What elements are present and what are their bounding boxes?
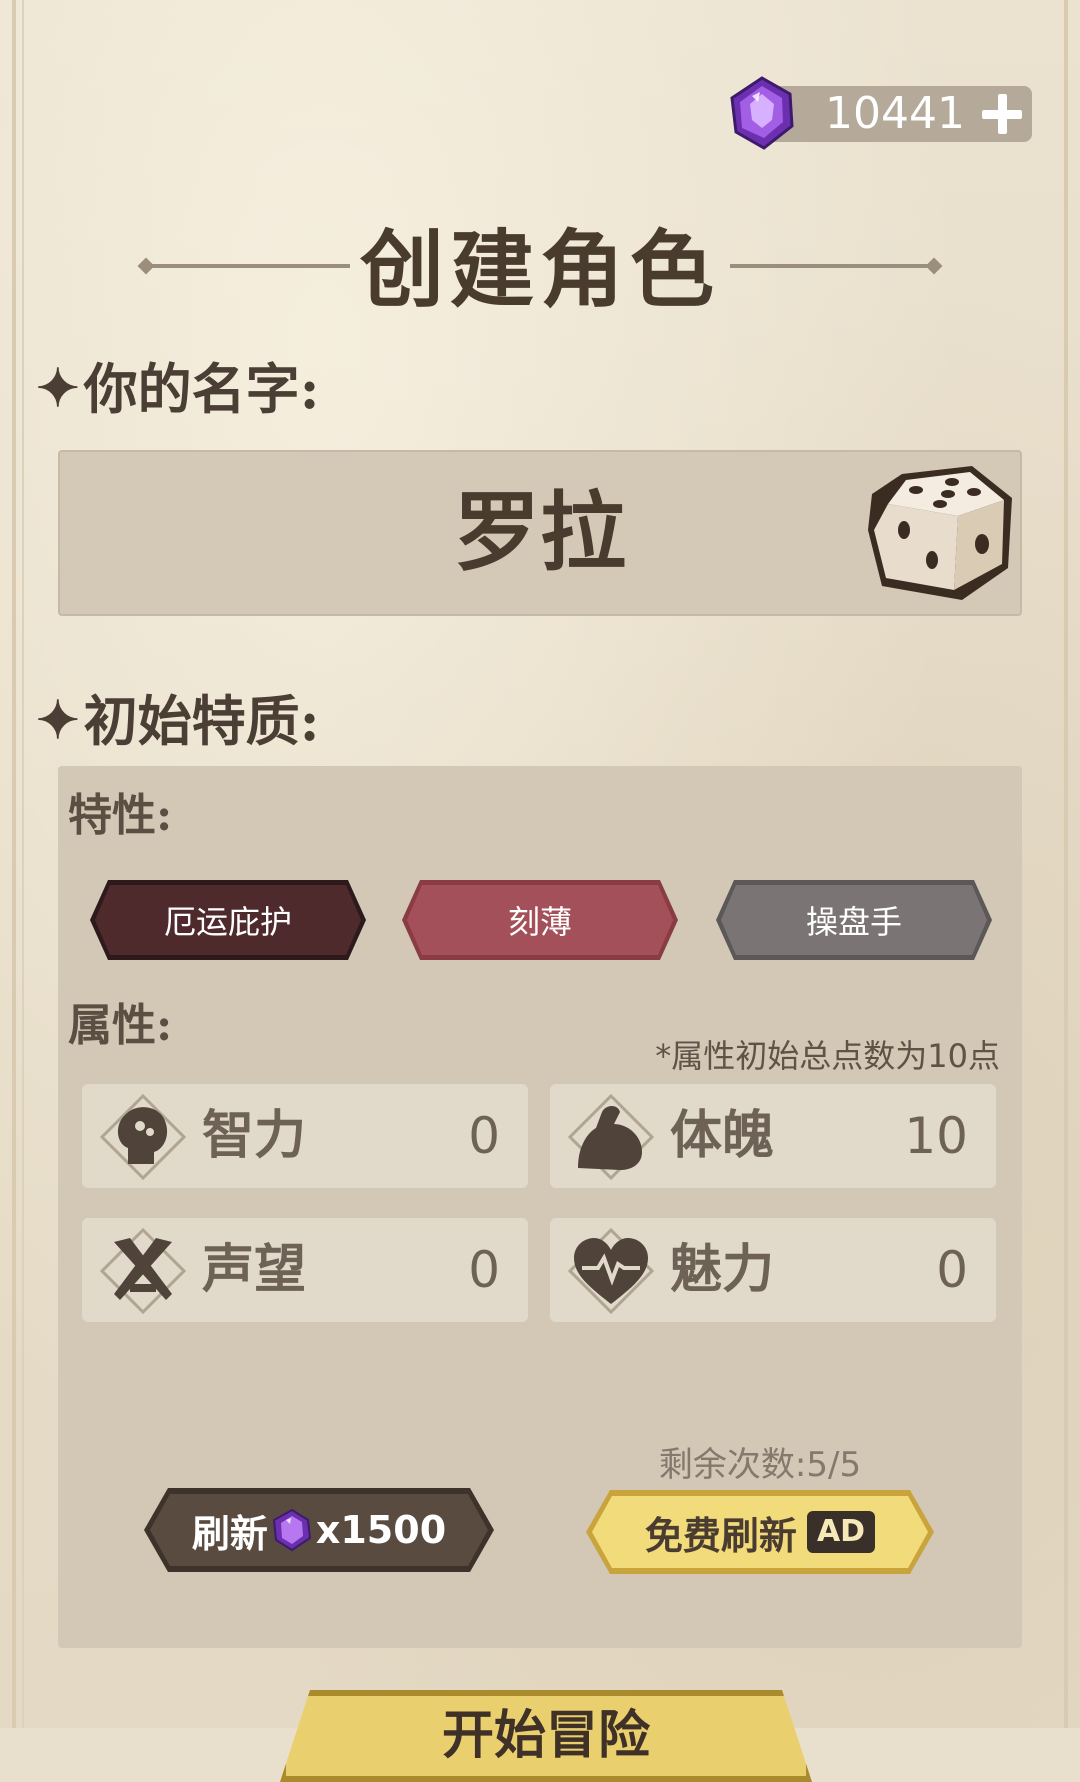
start-adventure-label: 开始冒险 [441,1705,650,1766]
name-section-label: ✦你的名字: [36,354,320,424]
attribute-value: 0 [468,1107,500,1165]
muscle-arm-icon [568,1094,654,1180]
traits-label: 特性: [68,790,173,841]
attribute-physique: 体魄 10 [550,1084,996,1188]
attribute-name: 声望 [202,1239,307,1300]
star-icon: ✦ [36,358,80,419]
attribute-charm: 魅力 0 [550,1218,996,1322]
title-divider-right [730,264,930,268]
attribute-value: 0 [936,1241,968,1299]
attribute-name: 魅力 [670,1239,775,1300]
title-divider-left [150,264,350,268]
attribute-name: 体魄 [670,1105,775,1166]
trait-tag-1-label: 厄运庇护 [163,903,292,941]
attributes-label: 属性: [68,1000,173,1051]
trait-tag-2[interactable]: 刻薄 [402,880,678,960]
free-refresh-button-face: 免费刷新 AD [592,1496,928,1568]
frame-border-right [1064,0,1068,1728]
remaining-count: 剩余次数:5/5 [658,1445,862,1485]
brain-head-icon [100,1094,186,1180]
refresh-button-face: 刷新 x1500 [150,1494,488,1566]
refresh-label: 刷新 [191,1511,268,1556]
attribute-reputation: 声望 0 [82,1218,528,1322]
random-name-dice-button[interactable] [862,460,1018,606]
free-refresh-button[interactable]: 免费刷新 AD [586,1490,934,1574]
attribute-value: 10 [904,1107,968,1165]
attribute-name: 智力 [202,1105,307,1166]
refresh-cost: x1500 [315,1508,447,1552]
refresh-button[interactable]: 刷新 x1500 [144,1488,494,1572]
heartbeat-icon [568,1228,654,1314]
frame-border-left-inner [22,0,24,1728]
purple-gem-icon [272,1508,312,1552]
purple-gem-icon [730,76,794,150]
traits-section-label: ✦初始特质: [36,686,320,756]
free-refresh-label: 免费刷新 [644,1513,797,1558]
currency-bar: 10441 [760,86,1032,142]
attributes-note: *属性初始总点数为10点 [655,1037,1000,1075]
frame-border-left [12,0,16,1728]
add-currency-button[interactable] [980,92,1024,136]
title-ornament-right [925,257,943,275]
attribute-intelligence: 智力 0 [82,1084,528,1188]
currency-value: 10441 [825,88,965,139]
trait-tag-2-label: 刻薄 [507,903,572,941]
page-title: 创建角色 [359,220,720,319]
crossed-swords-icon [100,1228,186,1314]
start-adventure-button[interactable]: 开始冒险 [280,1690,812,1782]
trait-tag-3-label: 操盘手 [805,903,902,941]
attribute-value: 0 [468,1241,500,1299]
star-icon: ✦ [36,690,80,751]
title-area: 创建角色 [137,220,943,320]
ad-badge: AD [807,1511,875,1553]
trait-tag-1[interactable]: 厄运庇护 [90,880,366,960]
trait-tag-3[interactable]: 操盘手 [716,880,992,960]
